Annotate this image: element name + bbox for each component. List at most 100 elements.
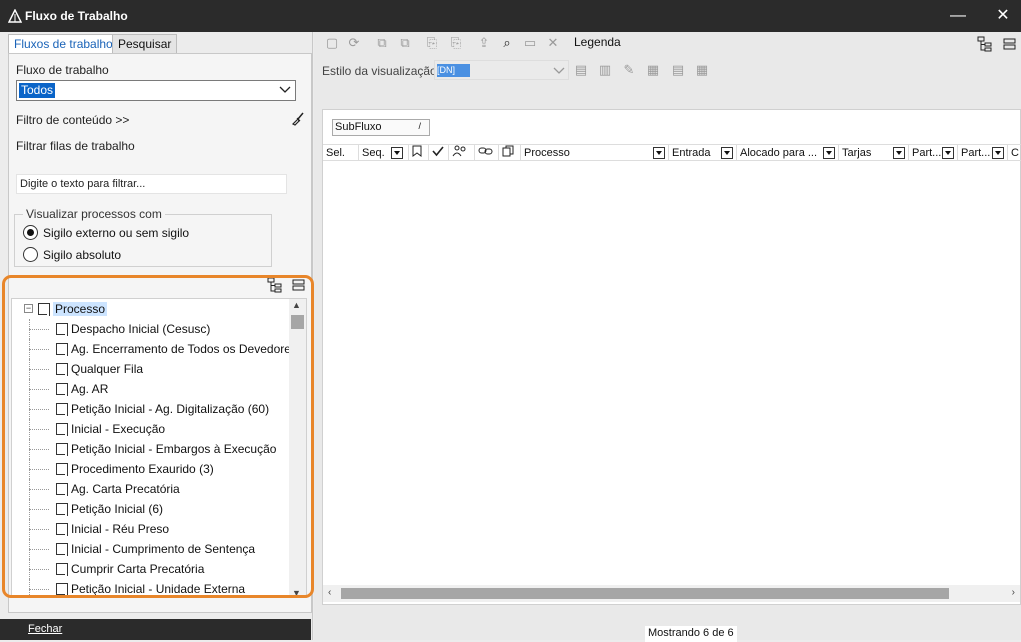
tree-root-node[interactable]: Processo [38,299,108,319]
paste-icon[interactable]: ⎘ [424,35,440,51]
collapse-icon[interactable]: − [24,304,33,313]
col-seq[interactable]: Seq. [359,145,409,161]
broom-icon[interactable] [290,111,306,127]
tree-item[interactable]: Inicial - Execução [12,419,290,439]
col-link[interactable] [475,145,499,161]
col-part-2[interactable]: Part... [958,145,1008,161]
tree-node[interactable]: Petição Inicial - Embargos à Execução [56,439,276,459]
tree-node[interactable]: Ag. AR [56,379,108,399]
tree-node[interactable]: Petição Inicial - Unidade Externa [56,579,245,597]
scroll-left-icon[interactable]: ‹ [328,587,331,598]
close-button[interactable]: Fechar [0,619,311,640]
delete-view-icon[interactable]: ▥ [597,62,613,78]
tree-node[interactable]: Despacho Inicial (Cesusc) [56,319,210,339]
view-style-select[interactable]: [DN] [434,60,569,80]
tab-fluxos-de-trabalho[interactable]: Fluxos de trabalho [8,34,119,54]
document-icon [56,583,68,596]
tree-item[interactable]: Qualquer Fila [12,359,290,379]
tree-item[interactable]: Inicial - Cumprimento de Sentença [12,539,290,559]
move-icon[interactable]: ⧉ [374,35,390,51]
col-part-2-dropdown[interactable] [992,147,1004,159]
layout-icon[interactable]: ▦ [694,62,710,78]
export-icon[interactable]: ⇪ [476,35,492,51]
tree-node[interactable]: Inicial - Cumprimento de Sentença [56,539,255,559]
tree-node[interactable]: Petição Inicial (6) [56,499,163,519]
col-part-1-dropdown[interactable] [942,147,954,159]
tree-node[interactable]: Ag. Encerramento de Todos os Devedores ( [56,339,304,359]
workflow-label: Fluxo de trabalho [16,63,109,77]
tree-item[interactable]: Ag. Encerramento de Todos os Devedores ( [12,339,304,359]
tree-node[interactable]: Petição Inicial - Ag. Digitalização (60) [56,399,269,419]
tree-item[interactable]: Cumprir Carta Precatória [12,559,290,579]
col-sel[interactable]: Sel. [323,145,359,161]
col-processo[interactable]: Processo [521,145,669,161]
new-document-icon[interactable]: ▢ [324,35,340,51]
tree-item-label: Procedimento Exaurido (3) [71,462,214,476]
tree-collapse-icon[interactable] [291,277,307,293]
subfluxo-group-chip[interactable]: SubFluxo / [332,119,430,136]
remove-comment-icon[interactable]: ✕ [545,35,561,51]
workflow-select[interactable]: Todos [16,80,296,101]
edit-view-icon[interactable]: ✎ [621,62,637,78]
comment-icon[interactable]: ▭ [522,35,538,51]
report-icon[interactable]: ▤ [670,62,686,78]
col-check[interactable] [429,145,449,161]
document-icon [56,423,68,436]
col-tarjas[interactable]: Tarjas [839,145,909,161]
tree-node[interactable]: Ag. Carta Precatória [56,479,180,499]
scroll-up-icon[interactable]: ▲ [292,300,301,310]
col-processo-dropdown[interactable] [653,147,665,159]
legend-button[interactable]: Legenda [574,35,621,49]
col-tarjas-dropdown[interactable] [893,147,905,159]
tree-connector [29,369,49,370]
queue-filter-label: Filtrar filas de trabalho [16,139,135,153]
tree-item[interactable]: Ag. AR [12,379,290,399]
clipboard-icon[interactable]: ⎘ [448,35,464,51]
right-expand-icon[interactable] [977,36,993,52]
tree-root-row[interactable]: − Processo [12,299,290,319]
tree-item[interactable]: Petição Inicial - Embargos à Execução [12,439,290,459]
tree-node[interactable]: Procedimento Exaurido (3) [56,459,214,479]
col-docs[interactable] [499,145,521,161]
export-view-icon[interactable]: ▦ [645,62,661,78]
right-collapse-icon[interactable] [1002,36,1018,52]
tree-item[interactable]: Procedimento Exaurido (3) [12,459,290,479]
col-alocado[interactable]: Alocado para ... [737,145,839,161]
tree-expand-icon[interactable] [267,277,283,293]
refresh-icon[interactable]: ⟳ [346,35,362,51]
tree-item[interactable]: Petição Inicial - Ag. Digitalização (60) [12,399,290,419]
col-seq-dropdown[interactable] [391,147,403,159]
content-filter-link[interactable]: Filtro de conteúdo >> [16,113,129,127]
col-bookmark[interactable] [409,145,429,161]
scroll-down-icon[interactable]: ▼ [292,588,301,597]
tree-item[interactable]: Petição Inicial (6) [12,499,290,519]
tree-node[interactable]: Inicial - Réu Preso [56,519,169,539]
tab-pesquisar[interactable]: Pesquisar [112,34,178,53]
scroll-right-icon[interactable]: › [1012,587,1015,598]
col-entrada[interactable]: Entrada [669,145,737,161]
tree-node[interactable]: Cumprir Carta Precatória [56,559,204,579]
col-c[interactable]: C [1008,145,1021,161]
radio-sigilo-absoluto[interactable] [23,247,38,262]
grid-hscroll-thumb[interactable] [341,588,949,599]
tree-item[interactable]: Despacho Inicial (Cesusc) [12,319,290,339]
tree-item[interactable]: Ag. Carta Precatória [12,479,290,499]
copy-icon[interactable]: ⧉ [397,35,413,51]
radio-sigilo-externo[interactable] [23,225,38,240]
save-view-icon[interactable]: ▤ [573,62,589,78]
col-alocado-dropdown[interactable] [823,147,835,159]
queue-filter-input[interactable]: Digite o texto para filtrar... [16,174,287,194]
tree-node[interactable]: Qualquer Fila [56,359,143,379]
col-entrada-dropdown[interactable] [721,147,733,159]
tree-item[interactable]: Inicial - Réu Preso [12,519,290,539]
close-window-button[interactable]: ✕ [985,4,1021,28]
tree-item[interactable]: Petição Inicial - Unidade Externa [12,579,290,597]
col-users[interactable] [449,145,475,161]
minimize-button[interactable]: — [940,4,976,28]
find-icon[interactable]: ⌕ [499,35,515,51]
col-part-1[interactable]: Part... [909,145,958,161]
tree-vertical-scrollbar[interactable]: ▲ ▼ [289,299,306,597]
tree-vscroll-thumb[interactable] [291,315,304,329]
tree-node[interactable]: Inicial - Execução [56,419,165,439]
grid-horizontal-scrollbar[interactable]: ‹ › [323,585,1020,602]
